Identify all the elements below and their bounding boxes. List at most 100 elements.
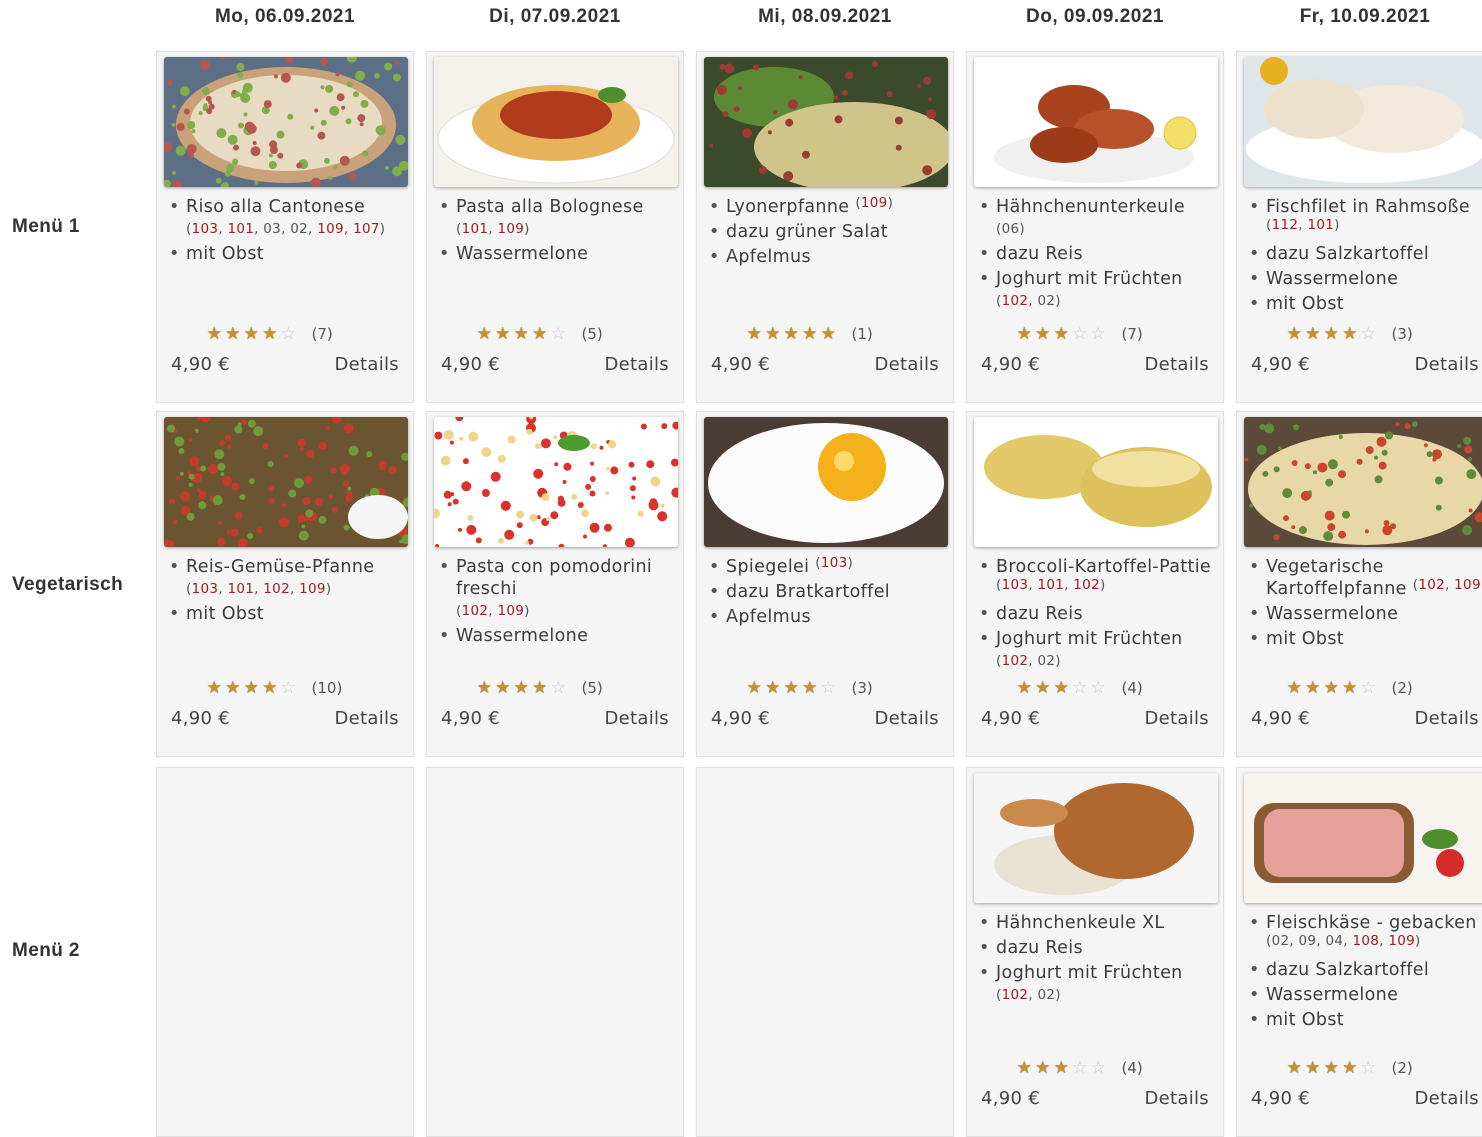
star-filled-icon[interactable]: ★	[494, 679, 513, 697]
allergen-code[interactable]: 102	[1002, 987, 1029, 1003]
allergen-code[interactable]: 101	[227, 581, 254, 597]
allergen-code[interactable]: 101	[227, 221, 254, 237]
details-link[interactable]: Details	[874, 708, 939, 729]
menu-card[interactable]: Broccoli-Kartoffel-Pattie (103, 101, 102…	[966, 411, 1224, 757]
menu-card[interactable]: Reis-Gemüse-Pfanne (103, 101, 102, 109) mi…	[156, 411, 414, 757]
fried-egg-photo[interactable]	[704, 417, 948, 547]
allergen-code[interactable]: 109	[317, 221, 344, 237]
allergen-code[interactable]: 109	[497, 221, 524, 237]
allergen-code[interactable]: 107	[353, 221, 380, 237]
allergen-code[interactable]: 109	[497, 603, 524, 619]
star-empty-icon[interactable]: ☆	[1089, 325, 1108, 343]
allergen-code[interactable]: 102	[1002, 293, 1029, 309]
star-filled-icon[interactable]: ★	[205, 325, 224, 343]
star-filled-icon[interactable]: ★	[261, 325, 280, 343]
star-filled-icon[interactable]: ★	[242, 325, 261, 343]
star-filled-icon[interactable]: ★	[1341, 679, 1360, 697]
star-filled-icon[interactable]: ★	[242, 679, 261, 697]
star-filled-icon[interactable]: ★	[1052, 679, 1071, 697]
star-filled-icon[interactable]: ★	[1304, 679, 1323, 697]
star-filled-icon[interactable]: ★	[1015, 1059, 1034, 1077]
menu-card[interactable]: Fischfilet in Rahmsoße (112, 101) dazu Sa…	[1236, 51, 1482, 403]
menu-card[interactable]: Fleischkäse - gebacken (02, 09, 04, 108,…	[1236, 767, 1482, 1137]
allergen-code[interactable]: 06	[1002, 221, 1020, 237]
allergen-code[interactable]: 102	[1418, 577, 1445, 593]
allergen-code[interactable]: 102	[1002, 653, 1029, 669]
details-link[interactable]: Details	[874, 354, 939, 375]
star-empty-icon[interactable]: ☆	[1359, 1059, 1378, 1077]
star-empty-icon[interactable]: ☆	[549, 679, 568, 697]
star-rating[interactable]: ★ ★ ★ ★ ☆ (3)	[1285, 324, 1413, 344]
menu-card[interactable]: Vegetarische Kartoffelpfanne (102, 109) W…	[1236, 411, 1482, 757]
star-filled-icon[interactable]: ★	[819, 325, 838, 343]
star-empty-icon[interactable]: ☆	[1089, 679, 1108, 697]
star-rating[interactable]: ★ ★ ★ ☆ ☆ (7)	[1015, 324, 1143, 344]
star-empty-icon[interactable]: ☆	[279, 325, 298, 343]
star-filled-icon[interactable]: ★	[1322, 679, 1341, 697]
star-empty-icon[interactable]: ☆	[549, 325, 568, 343]
allergen-code[interactable]: 102	[263, 581, 290, 597]
pasta-tomato-photo[interactable]	[434, 417, 678, 547]
allergen-code[interactable]: 04	[1326, 933, 1344, 949]
star-filled-icon[interactable]: ★	[1052, 325, 1071, 343]
star-filled-icon[interactable]: ★	[205, 679, 224, 697]
star-filled-icon[interactable]: ★	[494, 325, 513, 343]
allergen-code[interactable]: 109	[1454, 577, 1481, 593]
star-filled-icon[interactable]: ★	[1285, 325, 1304, 343]
veg-potato-pan-photo[interactable]	[1244, 417, 1482, 547]
allergen-code[interactable]: 02	[1037, 293, 1055, 309]
details-link[interactable]: Details	[1414, 708, 1479, 729]
star-rating[interactable]: ★ ★ ★ ★ ☆ (5)	[475, 324, 603, 344]
star-empty-icon[interactable]: ☆	[1071, 679, 1090, 697]
star-filled-icon[interactable]: ★	[1052, 1059, 1071, 1077]
star-rating[interactable]: ★ ★ ★ ★ ☆ (5)	[475, 678, 603, 698]
allergen-code[interactable]: 101	[1307, 217, 1334, 233]
star-filled-icon[interactable]: ★	[475, 325, 494, 343]
details-link[interactable]: Details	[1414, 354, 1479, 375]
allergen-code[interactable]: 02	[1037, 653, 1055, 669]
star-empty-icon[interactable]: ☆	[1359, 679, 1378, 697]
allergen-code[interactable]: 103	[1002, 577, 1029, 593]
allergen-code[interactable]: 102	[462, 603, 489, 619]
star-filled-icon[interactable]: ★	[1304, 325, 1323, 343]
allergen-code[interactable]: 103	[821, 555, 848, 571]
details-link[interactable]: Details	[1414, 1088, 1479, 1109]
star-rating[interactable]: ★ ★ ★ ★ ★ (1)	[745, 324, 873, 344]
star-rating[interactable]: ★ ★ ★ ★ ☆ (2)	[1285, 678, 1413, 698]
details-link[interactable]: Details	[334, 354, 399, 375]
menu-card[interactable]: Riso alla Cantonese (103, 101, 03, 02, 10…	[156, 51, 414, 403]
chicken-legs-photo[interactable]	[974, 57, 1218, 187]
rice-bowl-photo[interactable]	[164, 57, 408, 187]
menu-card[interactable]: Lyonerpfanne (109) dazu grüner Salat Apfel…	[696, 51, 954, 403]
star-empty-icon[interactable]: ☆	[819, 679, 838, 697]
star-rating[interactable]: ★ ★ ★ ★ ☆ (3)	[745, 678, 873, 698]
pasta-bolognese-photo[interactable]	[434, 57, 678, 187]
menu-card[interactable]: Hähnchenkeule XL dazu Reis Joghurt mit Frü…	[966, 767, 1224, 1137]
details-link[interactable]: Details	[1144, 708, 1209, 729]
star-filled-icon[interactable]: ★	[782, 679, 801, 697]
star-filled-icon[interactable]: ★	[1341, 325, 1360, 343]
allergen-code[interactable]: 102	[1073, 577, 1100, 593]
star-filled-icon[interactable]: ★	[1015, 325, 1034, 343]
star-filled-icon[interactable]: ★	[745, 325, 764, 343]
allergen-code[interactable]: 103	[192, 581, 219, 597]
star-empty-icon[interactable]: ☆	[1071, 325, 1090, 343]
star-filled-icon[interactable]: ★	[1034, 1059, 1053, 1077]
star-filled-icon[interactable]: ★	[1034, 679, 1053, 697]
star-filled-icon[interactable]: ★	[745, 679, 764, 697]
star-rating[interactable]: ★ ★ ★ ★ ☆ (2)	[1285, 1058, 1413, 1078]
details-link[interactable]: Details	[604, 354, 669, 375]
allergen-code[interactable]: 03	[263, 221, 281, 237]
star-filled-icon[interactable]: ★	[475, 679, 494, 697]
fleischkaese-photo[interactable]	[1244, 773, 1482, 903]
star-empty-icon[interactable]: ☆	[1359, 325, 1378, 343]
star-rating[interactable]: ★ ★ ★ ☆ ☆ (4)	[1015, 1058, 1143, 1078]
chicken-leg-xl-photo[interactable]	[974, 773, 1218, 903]
menu-card[interactable]: Hähnchenunterkeule (06) dazu Reis Joghurt m…	[966, 51, 1224, 403]
allergen-code[interactable]: 02	[1037, 987, 1055, 1003]
details-link[interactable]: Details	[1144, 354, 1209, 375]
star-filled-icon[interactable]: ★	[1304, 1059, 1323, 1077]
allergen-code[interactable]: 09	[1299, 933, 1317, 949]
allergen-code[interactable]: 109	[299, 581, 326, 597]
star-filled-icon[interactable]: ★	[764, 325, 783, 343]
